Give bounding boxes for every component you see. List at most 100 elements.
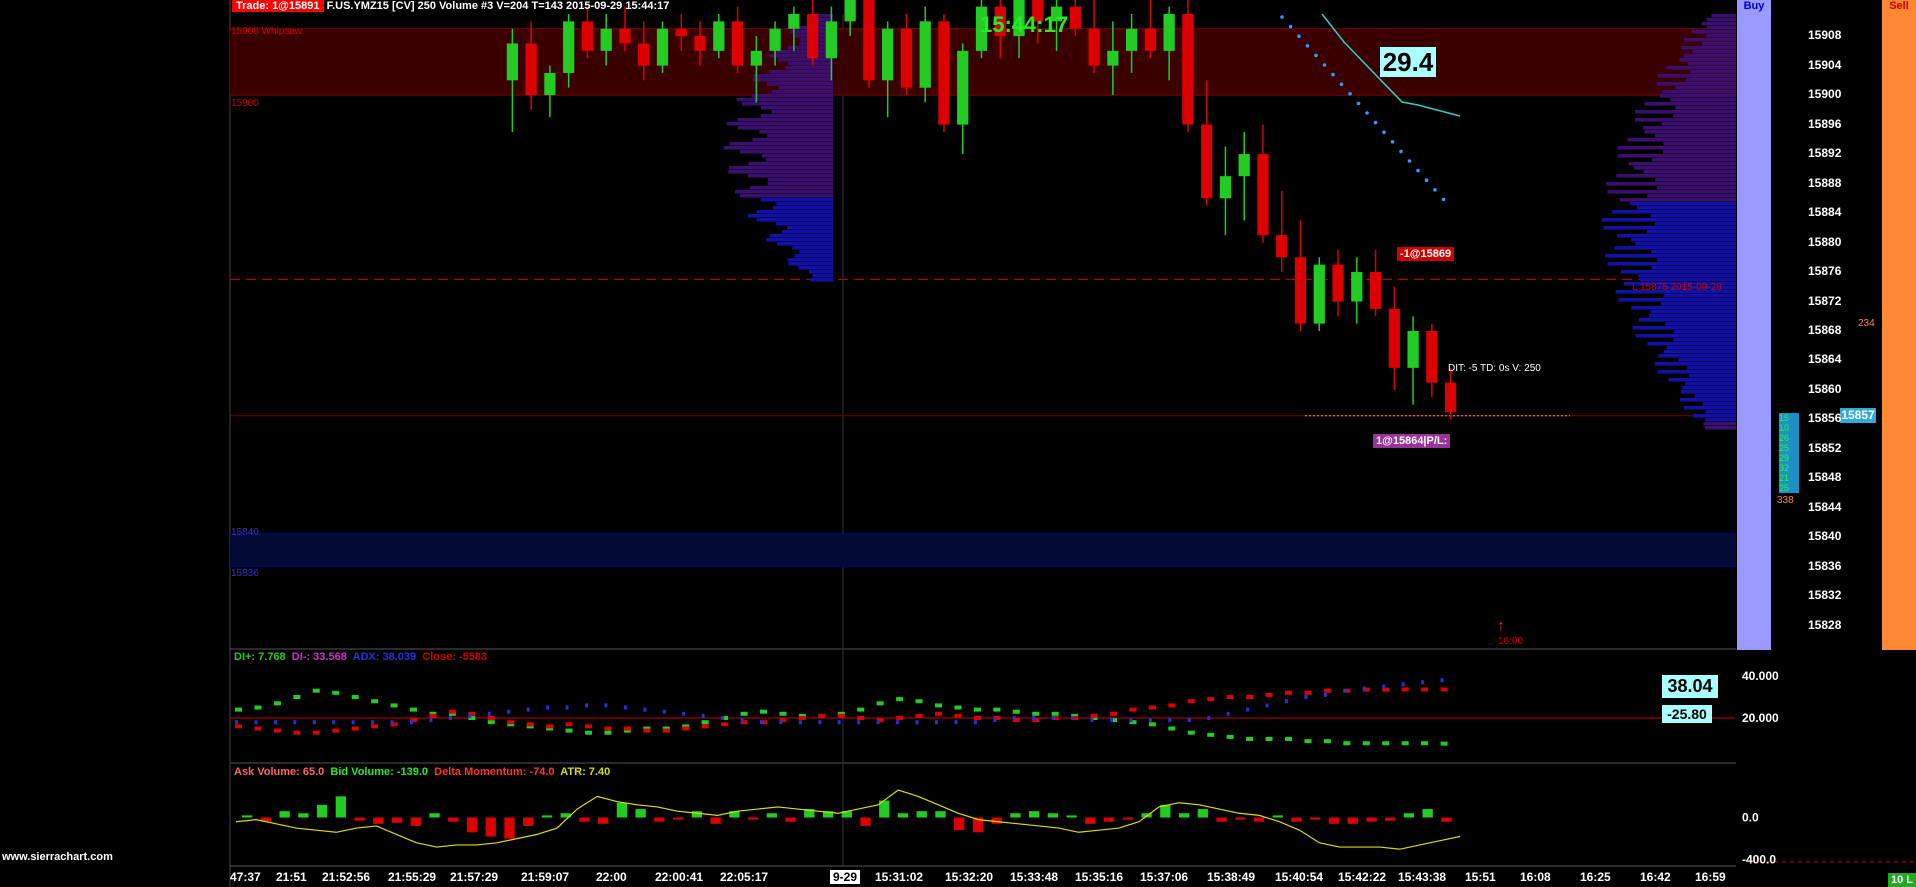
di-plus-series-point bbox=[1226, 734, 1234, 739]
order-tag[interactable]: -1@15869 bbox=[1397, 247, 1455, 261]
adx-series-point bbox=[915, 720, 919, 725]
di-plus-series-point bbox=[973, 707, 981, 712]
profile-bar bbox=[775, 222, 833, 226]
trend-dot bbox=[1348, 92, 1352, 96]
delta-bar bbox=[1347, 817, 1358, 824]
time-tick-label: 9-29 bbox=[830, 870, 861, 884]
profile-bar bbox=[1666, 346, 1736, 350]
profile-bar bbox=[776, 202, 833, 206]
profile-bar bbox=[1701, 22, 1736, 26]
trade-label[interactable]: Trade: 1@15891 bbox=[232, 0, 324, 12]
profile-bar bbox=[749, 186, 833, 190]
di-minus-series-point bbox=[837, 713, 845, 718]
profile-bar bbox=[1618, 154, 1736, 158]
profile-bar bbox=[1663, 150, 1736, 154]
di-plus-series-point bbox=[1362, 741, 1370, 746]
price-tick-label: 15832 bbox=[1808, 588, 1842, 603]
profile-bar bbox=[1701, 42, 1736, 46]
watermark[interactable]: www.sierrachart.com bbox=[2, 851, 113, 863]
trend-dot bbox=[1356, 101, 1361, 106]
price-tick-label: 15828 bbox=[1808, 617, 1842, 632]
chart-canvas[interactable]: 40.000 20.000 0.0 -400.0 bbox=[0, 0, 1916, 887]
candle-body bbox=[619, 28, 631, 44]
adx-series-point bbox=[546, 705, 550, 710]
adx-series-point bbox=[293, 720, 297, 725]
profile-bar bbox=[768, 70, 833, 74]
delta-bar bbox=[1216, 817, 1227, 822]
profile-bar bbox=[1617, 146, 1736, 150]
delta-bar bbox=[1122, 817, 1134, 820]
profile-bar bbox=[1634, 166, 1736, 170]
profile-bar bbox=[728, 170, 833, 174]
profile-bar bbox=[1656, 82, 1736, 86]
adx-series-point bbox=[1323, 692, 1327, 697]
profile-bar bbox=[1691, 30, 1736, 34]
ladder-value: 32 bbox=[1779, 463, 1790, 473]
profile-bar bbox=[1655, 178, 1736, 182]
candle bbox=[1257, 124, 1269, 243]
volume-pane: 0.0 -400.0 bbox=[235, 789, 1916, 867]
adx-series-point bbox=[604, 703, 608, 708]
di-minus-series-point bbox=[507, 720, 515, 725]
adx-series-point bbox=[1285, 699, 1288, 704]
delta-bar bbox=[1291, 817, 1302, 822]
volume-tick-label: -400.0 bbox=[1742, 853, 1776, 867]
profile-bar bbox=[1644, 130, 1736, 134]
adx-series-point bbox=[235, 720, 238, 725]
profile-bar bbox=[747, 214, 833, 218]
delta-bar bbox=[1010, 813, 1021, 818]
position-tag[interactable]: 1@15864|P/L: bbox=[1373, 434, 1451, 448]
di-minus-series-point bbox=[1323, 688, 1331, 693]
di-plus-series-point bbox=[935, 703, 942, 708]
buy-button[interactable]: Buy bbox=[1737, 0, 1771, 650]
candle-body bbox=[863, 0, 875, 81]
candle-body bbox=[1332, 264, 1344, 302]
main-price-pane[interactable] bbox=[229, 0, 1736, 887]
adx-series-point bbox=[798, 720, 802, 725]
di-minus-series-point bbox=[682, 726, 690, 731]
candle-body bbox=[1163, 14, 1175, 51]
dit-readout: DIT: -5 TD: 0s V: 250 bbox=[1448, 363, 1541, 374]
candle bbox=[1276, 190, 1288, 273]
price-tick-label: 15876 bbox=[1808, 264, 1842, 279]
profile-bar bbox=[1627, 138, 1736, 142]
trend-dot bbox=[1382, 130, 1386, 134]
time-tick-label: 16:42 bbox=[1640, 870, 1671, 884]
profile-bar bbox=[1670, 98, 1736, 102]
candle-body bbox=[1257, 154, 1269, 236]
profile-bar bbox=[1654, 362, 1736, 366]
adx-series-point bbox=[1148, 718, 1152, 723]
profile-bar bbox=[1650, 310, 1736, 314]
adx-series-point bbox=[371, 720, 375, 725]
delta-momentum-legend: Delta Momentum: -74.0 bbox=[434, 766, 555, 778]
adx-series-point bbox=[876, 720, 880, 725]
profile-bar bbox=[1683, 54, 1736, 58]
di-plus-series-point bbox=[1440, 741, 1448, 746]
profile-bar bbox=[751, 94, 833, 98]
profile-bar bbox=[1685, 382, 1736, 386]
adx-series-point bbox=[760, 720, 763, 725]
profile-bar bbox=[1629, 202, 1736, 206]
di-minus-series-point bbox=[1265, 692, 1273, 697]
profile-bar bbox=[787, 258, 833, 262]
di-plus-series-point bbox=[351, 695, 359, 699]
sell-button[interactable]: Sell bbox=[1882, 0, 1916, 650]
profile-bar bbox=[728, 166, 833, 170]
time-tick-label: 15:51 bbox=[1465, 870, 1496, 884]
profile-bar bbox=[1635, 242, 1736, 246]
delta-bar bbox=[785, 817, 796, 822]
candle bbox=[1369, 249, 1382, 317]
profile-bar bbox=[1706, 34, 1736, 38]
trend-dot bbox=[1322, 63, 1327, 67]
profile-bar bbox=[1650, 214, 1736, 218]
profile-bar bbox=[748, 162, 833, 166]
delta-bar bbox=[1253, 817, 1265, 822]
di-minus-series-point bbox=[371, 724, 379, 729]
profile-bar bbox=[1678, 358, 1736, 362]
price-tick-label: 15836 bbox=[1808, 558, 1842, 573]
price-tick-label: 15872 bbox=[1808, 293, 1842, 308]
adx-series-point bbox=[507, 709, 511, 714]
trend-dot bbox=[1331, 72, 1335, 77]
profile-bar bbox=[760, 198, 833, 202]
trend-dot bbox=[1280, 15, 1284, 19]
